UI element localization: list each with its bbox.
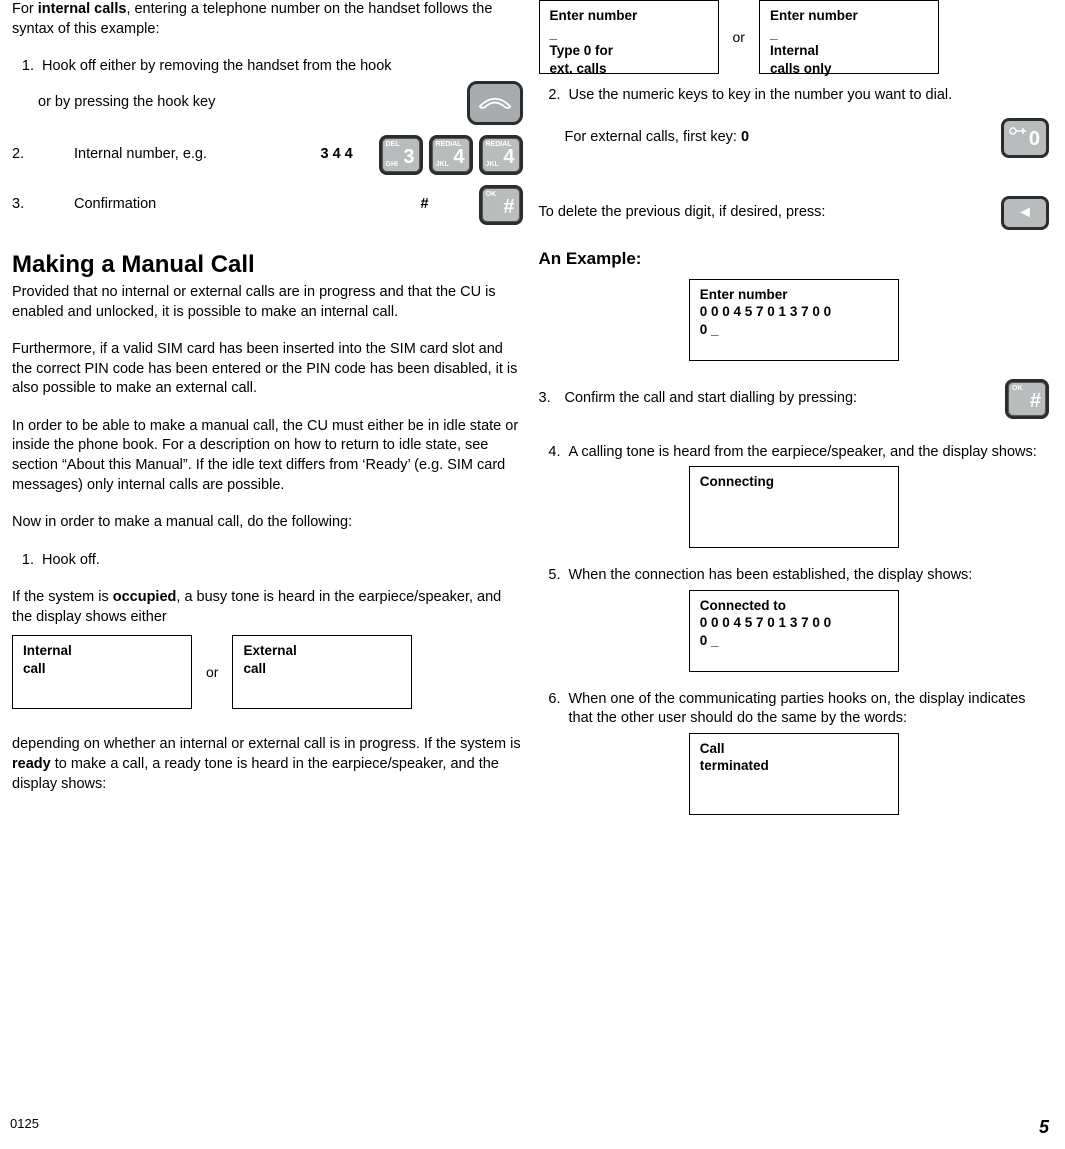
key-3-icon: DEL GHI 3	[379, 135, 423, 175]
lbl: 3	[403, 144, 414, 171]
display-connected: Connected to 0 0 0 4 5 7 0 1 3 7 0 0 0 _	[689, 590, 899, 672]
lbl: OK	[1012, 384, 1023, 393]
ready-para: depending on whether an internal or exte…	[12, 735, 523, 794]
txt: to make a call, a ready tone is heard in…	[12, 756, 499, 792]
bold-txt: ready	[12, 756, 51, 772]
txt: When the connection has been established…	[569, 567, 973, 583]
lbl: GHI	[386, 160, 398, 169]
first-key-text: For external calls, first key: 0	[565, 128, 750, 148]
txt: Internal number, e.g.	[74, 146, 207, 162]
example-number: 3 4 4	[321, 145, 371, 165]
num: 3.	[539, 389, 565, 409]
key-hash-icon: OK #	[479, 185, 523, 225]
txt: Hook off.	[42, 552, 100, 568]
lbl: JKL	[486, 160, 499, 169]
page-number: 5	[1039, 1115, 1049, 1139]
step-1: Hook off either by removing the handset …	[38, 57, 523, 77]
txt: Confirmation	[74, 196, 156, 212]
bold-txt: 0	[741, 129, 749, 145]
txt: or by pressing the hook key	[38, 93, 215, 113]
txt: Hook off either by removing the handset …	[42, 58, 392, 74]
step-6-right: When one of the communicating parties ho…	[565, 690, 1050, 729]
back-arrow-key-icon: ◄	[1001, 196, 1049, 230]
occupied-para: If the system is occupied, a busy tone i…	[12, 588, 523, 627]
lbl: #	[503, 194, 514, 221]
step-hookoff: Hook off.	[38, 551, 523, 571]
para: In order to be able to make a manual cal…	[12, 417, 523, 495]
key-4-icon: REDIALJKL4	[429, 135, 473, 175]
display-internal-call: Internal call	[12, 635, 192, 709]
hook-key-icon	[467, 81, 523, 125]
bold-txt: occupied	[113, 589, 177, 605]
display-enter-ext: Enter number _ Type 0 for ext. calls	[539, 0, 719, 74]
intro-text: For internal calls, entering a telephone…	[12, 0, 523, 39]
display-terminated: Call terminated	[689, 733, 899, 815]
delete-text: To delete the previous digit, if desired…	[539, 203, 826, 223]
display-example-number: Enter number 0 0 0 4 5 7 0 1 3 7 0 0 0 _	[689, 279, 899, 361]
key-hash2-icon: OK #	[1005, 379, 1049, 419]
lbl: 4	[453, 144, 464, 171]
lbl: #	[1030, 388, 1041, 415]
key-4b-icon: REDIALJKL4	[479, 135, 523, 175]
lbl: DEL	[386, 140, 400, 149]
step-4-right: A calling tone is heard from the earpiec…	[565, 443, 1050, 463]
lbl: 4	[503, 144, 514, 171]
para: Provided that no internal or external ca…	[12, 283, 523, 322]
display-connecting: Connecting	[689, 466, 899, 548]
lbl: JKL	[436, 160, 449, 169]
step-5-right: When the connection has been established…	[565, 566, 1050, 586]
or-text: or	[733, 28, 745, 47]
or-text: or	[206, 663, 218, 682]
heading-manual-call: Making a Manual Call	[12, 249, 523, 281]
txt: For	[12, 1, 38, 17]
num: 2.	[12, 145, 34, 165]
num: 3.	[12, 195, 34, 215]
step-2-right: Use the numeric keys to key in the numbe…	[565, 86, 1050, 106]
para: Furthermore, if a valid SIM card has bee…	[12, 340, 523, 399]
key-0-icon: 0	[1001, 118, 1049, 158]
bold-txt: internal calls	[38, 1, 127, 17]
txt: depending on whether an internal or exte…	[12, 736, 521, 752]
lbl: 0	[1029, 126, 1040, 153]
display-enter-int: Enter number _ Internal calls only	[759, 0, 939, 74]
footer-code: 0125	[10, 1115, 39, 1139]
txt: Use the numeric keys to key in the numbe…	[569, 87, 953, 103]
lbl: OK	[486, 190, 497, 199]
txt: A calling tone is heard from the earpiec…	[569, 444, 1037, 460]
para: Now in order to make a manual call, do t…	[12, 513, 523, 533]
txt: When one of the communicating parties ho…	[569, 691, 1026, 727]
hash-txt: #	[421, 195, 471, 215]
heading-example: An Example:	[539, 248, 1050, 271]
display-external-call: External call	[232, 635, 412, 709]
txt: For external calls, first key:	[565, 129, 741, 145]
txt: Confirm the call and start dialling by p…	[565, 389, 858, 409]
txt: If the system is	[12, 589, 113, 605]
